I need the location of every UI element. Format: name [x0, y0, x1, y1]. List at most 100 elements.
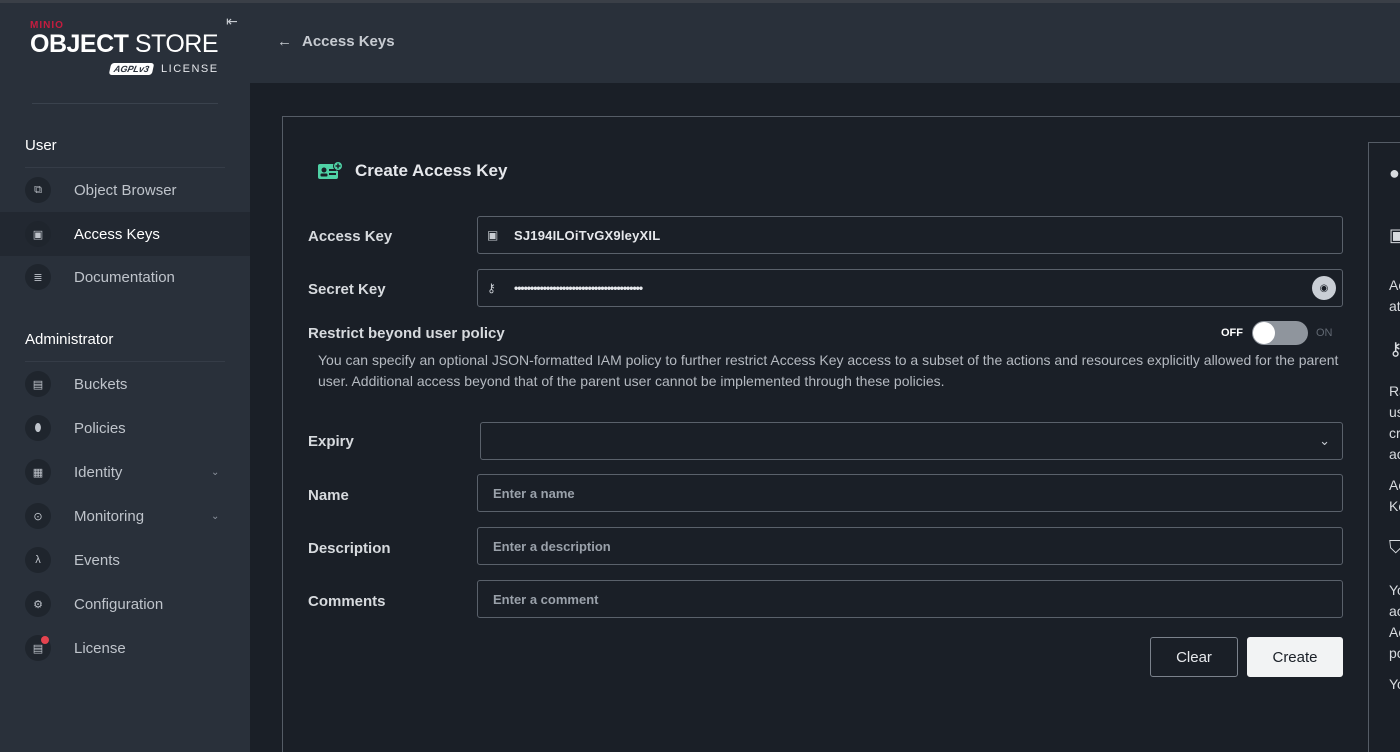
- secret-key-value: ••••••••••••••••••••••••••••••••••••••••: [514, 281, 643, 295]
- sidebar-item-label: Documentation: [74, 268, 175, 286]
- brand-product-light: STORE: [134, 30, 219, 58]
- create-access-key-card: Create Access Key Access Key ▣ SJ194ILOi…: [282, 116, 1400, 752]
- name-input[interactable]: [478, 475, 1342, 511]
- access-key-label: Access Key: [308, 228, 393, 245]
- create-button[interactable]: Create: [1247, 637, 1343, 677]
- arrow-left-icon: ←: [277, 33, 292, 50]
- brand-license: AGPLv3 LICENSE: [108, 63, 219, 75]
- sidebar-item-label: Policies: [74, 419, 126, 437]
- access-keys-icon: ▣: [25, 221, 51, 247]
- chevron-down-icon[interactable]: ⌄: [211, 467, 219, 478]
- restrict-policy-toggle[interactable]: [1252, 321, 1308, 345]
- shield-icon: ⛉: [1389, 537, 1400, 558]
- sidebar-item-label: Object Browser: [74, 181, 177, 199]
- eye-icon[interactable]: ◉: [1312, 276, 1336, 300]
- brand-logo: MINIO OBJECT STORE AGPLv3 LICENSE: [30, 20, 230, 84]
- sidebar-item-identity[interactable]: ▦ Identity ⌄: [0, 450, 250, 494]
- toggle-on-label: ON: [1316, 327, 1333, 339]
- help-text-line: pc: [1389, 645, 1400, 661]
- help-text-line: cr: [1389, 425, 1400, 441]
- section-administrator: Administrator: [25, 331, 114, 348]
- brand-divider: [32, 103, 218, 104]
- chevron-down-icon: ⌄: [1319, 433, 1330, 448]
- comments-input[interactable]: [478, 581, 1342, 617]
- events-icon: λ: [25, 547, 51, 573]
- sidebar-item-access-keys[interactable]: ▣ Access Keys: [0, 212, 250, 256]
- chevron-down-icon[interactable]: ⌄: [211, 511, 219, 522]
- comments-field[interactable]: [477, 580, 1343, 618]
- help-text-line: Yo: [1389, 676, 1400, 692]
- page-title: Create Access Key: [355, 161, 508, 180]
- brand-product-bold: OBJECT: [30, 30, 129, 58]
- top-bar: ← Access Keys: [250, 3, 1400, 83]
- help-text-line: Ac: [1389, 477, 1400, 493]
- identity-icon: ▦: [25, 459, 51, 485]
- agpl-badge: AGPLv3: [108, 63, 155, 75]
- help-text-line: Ac: [1389, 624, 1400, 640]
- sidebar-item-label: Access Keys: [74, 225, 160, 243]
- restrict-policy-label: Restrict beyond user policy: [308, 325, 505, 342]
- buckets-icon: ▤: [25, 371, 51, 397]
- help-text-line: Ke: [1389, 498, 1400, 514]
- configuration-icon: ⚙: [25, 591, 51, 617]
- collapse-sidebar-icon[interactable]: ⇤: [226, 13, 238, 30]
- name-label: Name: [308, 487, 349, 504]
- sidebar-item-documentation[interactable]: ≣ Documentation: [0, 255, 250, 299]
- sidebar-item-monitoring[interactable]: ⊙ Monitoring ⌄: [0, 494, 250, 538]
- help-text-line: at: [1389, 298, 1400, 314]
- object-browser-icon: ⧉: [25, 177, 51, 203]
- back-link-label: Access Keys: [302, 33, 395, 50]
- card-title: Create Access Key: [317, 161, 507, 181]
- info-icon: ●: [1389, 163, 1400, 183]
- help-text-line: ac: [1389, 446, 1400, 462]
- toggle-knob: [1253, 322, 1275, 344]
- sidebar: MINIO OBJECT STORE AGPLv3 LICENSE ⇤ User…: [0, 3, 250, 752]
- access-key-icon: ▣: [1389, 225, 1400, 246]
- brand-product: OBJECT STORE: [30, 31, 230, 57]
- notification-badge: [41, 636, 49, 644]
- sidebar-item-label: Buckets: [74, 375, 128, 393]
- sidebar-item-configuration[interactable]: ⚙ Configuration: [0, 582, 250, 626]
- help-text-line: Ac: [1389, 277, 1400, 293]
- toggle-off-label: OFF: [1221, 327, 1243, 339]
- back-link[interactable]: ← Access Keys: [277, 33, 395, 50]
- expiry-select[interactable]: ⌄: [480, 422, 1343, 460]
- policies-icon: ⬮: [25, 415, 51, 441]
- documentation-icon: ≣: [25, 264, 51, 290]
- name-field[interactable]: [477, 474, 1343, 512]
- monitoring-icon: ⊙: [25, 503, 51, 529]
- sidebar-item-label: Monitoring: [74, 507, 145, 525]
- access-key-value: SJ194ILOiTvGX9leyXIL: [514, 227, 661, 243]
- help-text-line: ac: [1389, 603, 1400, 619]
- id-card-icon: ▣: [487, 228, 499, 242]
- sidebar-item-label: Events: [74, 551, 120, 569]
- help-text-line: Ra: [1389, 383, 1400, 399]
- description-input[interactable]: [478, 528, 1342, 564]
- access-key-add-icon: [318, 161, 343, 179]
- sidebar-item-policies[interactable]: ⬮ Policies: [0, 406, 250, 450]
- expiry-label: Expiry: [308, 433, 354, 450]
- comments-label: Comments: [308, 593, 386, 610]
- description-field[interactable]: [477, 527, 1343, 565]
- sidebar-item-label: License: [74, 639, 126, 657]
- clear-button[interactable]: Clear: [1150, 637, 1238, 677]
- restrict-policy-help: You can specify an optional JSON-formatt…: [318, 352, 1339, 389]
- sidebar-item-events[interactable]: λ Events: [0, 538, 250, 582]
- sidebar-item-buckets[interactable]: ▤ Buckets: [0, 362, 250, 406]
- help-panel: ● ▣ Ac at ⚷ Ra us cr ac Ac Ke ⛉ Yo ac Ac…: [1368, 142, 1400, 752]
- sidebar-item-object-browser[interactable]: ⧉ Object Browser: [0, 168, 250, 212]
- sidebar-item-label: Identity: [74, 463, 123, 481]
- sidebar-item-license[interactable]: ▤ License: [0, 626, 250, 670]
- help-text-line: Yo: [1389, 582, 1400, 598]
- restrict-policy-row: Restrict beyond user policy OFF ON: [308, 321, 1343, 345]
- key-icon: ⚷: [1389, 339, 1400, 360]
- brand-license-label: LICENSE: [161, 63, 219, 75]
- sidebar-item-label: Configuration: [74, 595, 164, 613]
- key-icon: ⚷: [487, 281, 496, 295]
- description-label: Description: [308, 540, 391, 557]
- section-user: User: [25, 137, 57, 154]
- secret-key-label: Secret Key: [308, 281, 386, 298]
- help-text-line: us: [1389, 404, 1400, 420]
- secret-key-field[interactable]: ⚷ ••••••••••••••••••••••••••••••••••••••…: [477, 269, 1343, 307]
- access-key-field[interactable]: ▣ SJ194ILOiTvGX9leyXIL: [477, 216, 1343, 254]
